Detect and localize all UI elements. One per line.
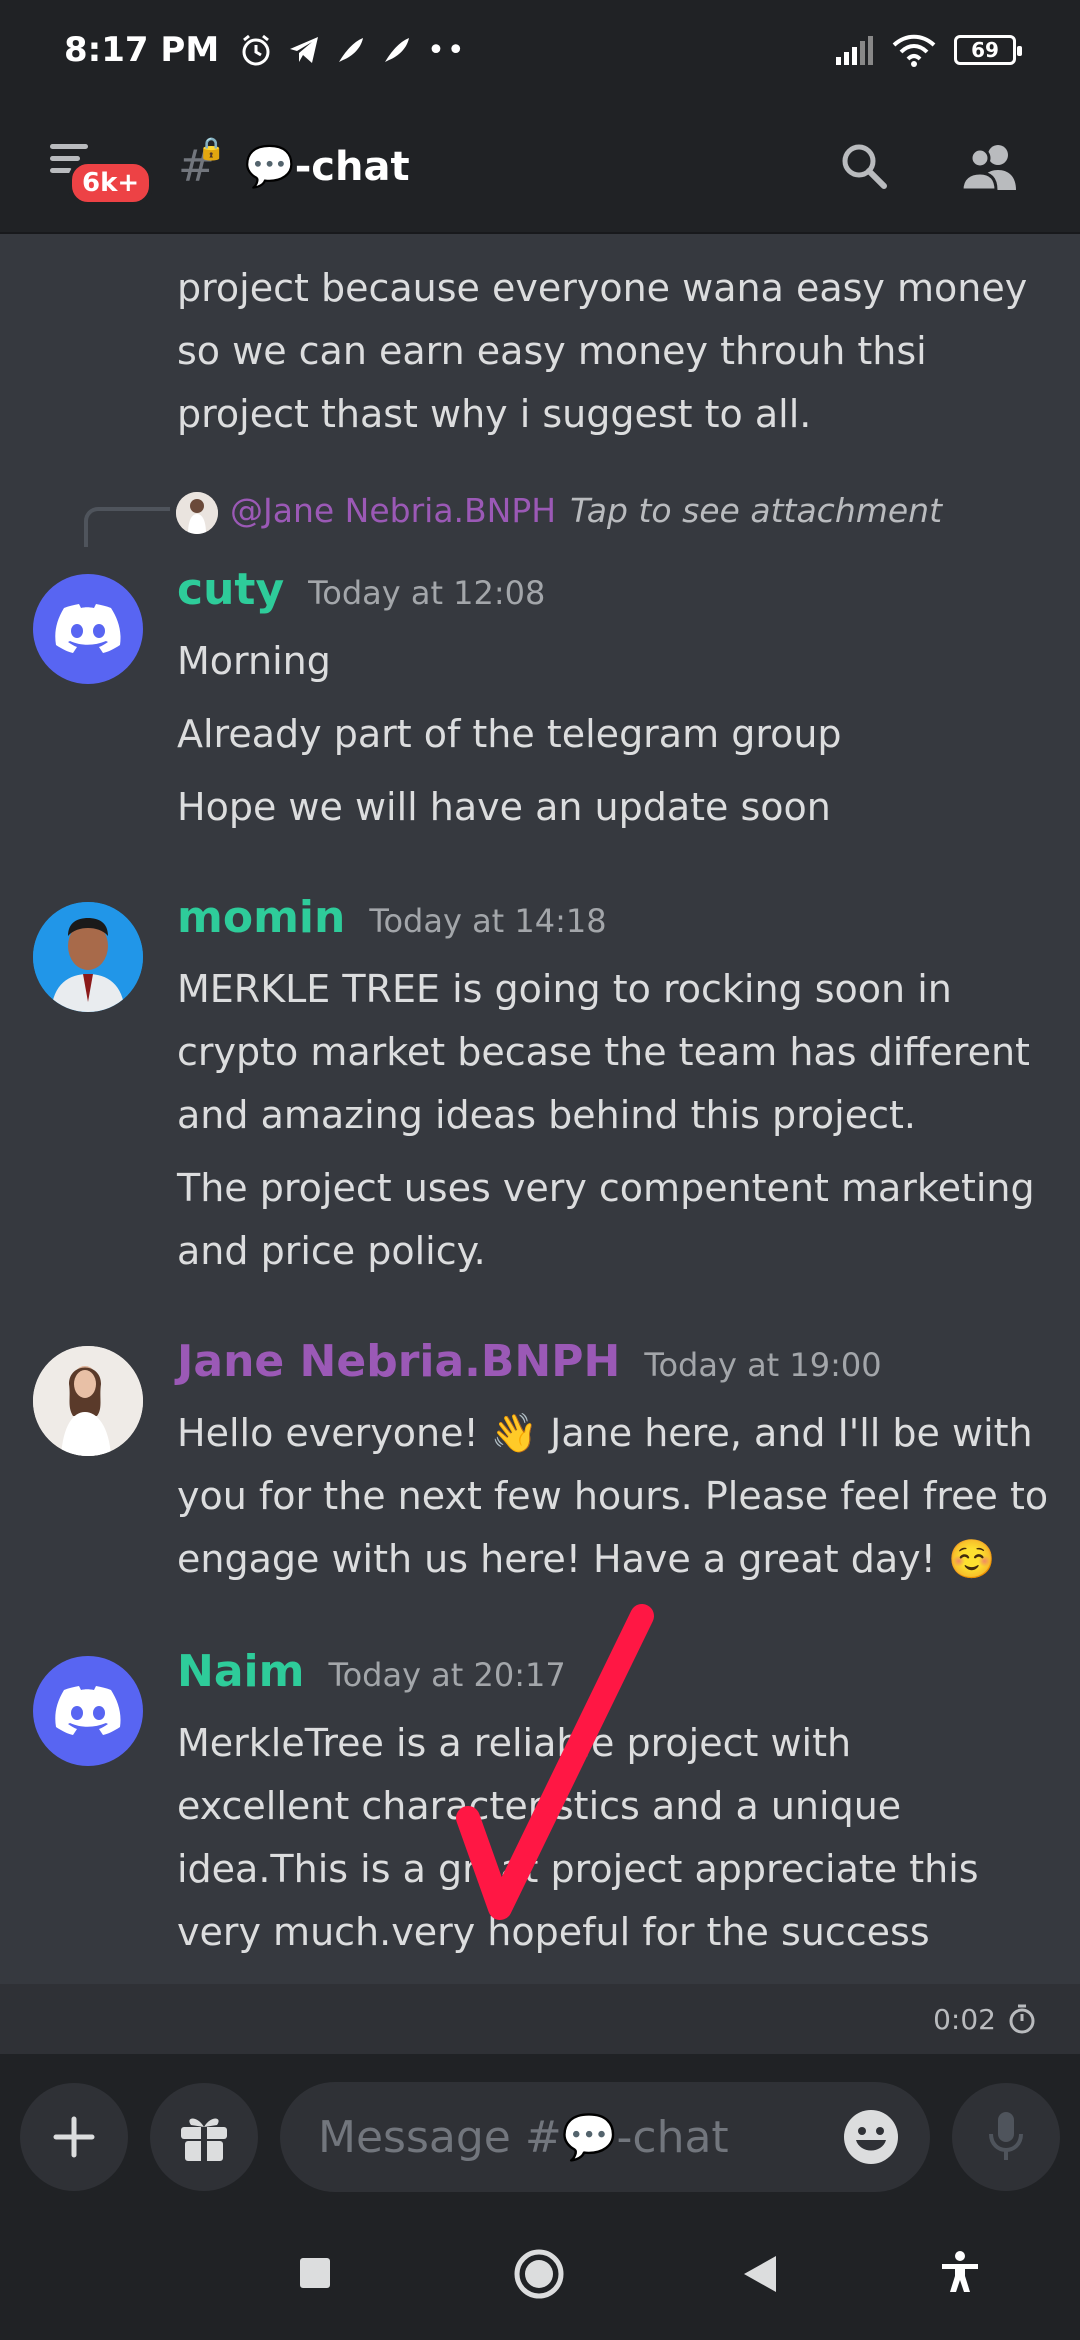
username[interactable]: cuty [177, 564, 284, 615]
hash-lock-icon: # 🔒 [178, 136, 225, 192]
unread-badge: 6k+ [68, 160, 154, 206]
status-bar: 8:17 PM •• 69 [0, 0, 1080, 100]
message-content: Hello everyone! 👋 Jane here, and I'll be… [177, 1402, 1057, 1591]
battery-level: 69 [971, 38, 999, 62]
discord-logo-icon [55, 604, 121, 653]
search-icon[interactable] [838, 140, 890, 192]
message-line: Already part of the telegram group [177, 712, 842, 756]
message-line: you for the next few hours. Please feel … [177, 1474, 1049, 1518]
members-icon[interactable] [960, 140, 1020, 192]
user-photo [33, 1346, 143, 1456]
plus-icon [53, 2116, 95, 2158]
slowmode-timer: 0:02 [0, 1984, 1080, 2054]
feather-icon [385, 38, 410, 62]
message-line: Hope we will have an update soon [177, 785, 831, 829]
placeholder-emoji: 💬 [561, 2112, 617, 2163]
menu-icon [50, 144, 88, 149]
accessibility-icon[interactable] [940, 2250, 980, 2294]
discord-logo-icon [55, 1686, 121, 1735]
message-line: and price policy. [177, 1229, 486, 1273]
gift-button[interactable] [150, 2083, 258, 2191]
message-line: so we can earn easy money throuh thsi [177, 329, 927, 373]
avatar[interactable] [33, 902, 143, 1012]
channel-header: 6k+ # 🔒 💬-chat [0, 100, 1080, 234]
reply-username: @Jane Nebria.BNPH [230, 491, 557, 530]
message-line: The project uses very compentent marketi… [177, 1166, 1035, 1210]
gift-icon [181, 2118, 227, 2161]
alarm-icon [242, 34, 270, 66]
reply-avatar [176, 492, 218, 534]
avatar[interactable] [33, 1656, 143, 1766]
user-photo [33, 902, 143, 1012]
add-attachment-button[interactable] [20, 2083, 128, 2191]
message-line: idea.This is a great project appreciate … [177, 1847, 979, 1891]
menu-icon-bar [50, 156, 80, 161]
message-line: project because everyone wana easy money [177, 266, 1028, 310]
channel-name: -chat [294, 143, 410, 190]
avatar[interactable] [33, 574, 143, 684]
message-composer: Message #💬-chat [0, 2054, 1080, 2220]
battery-icon: 69 [954, 35, 1022, 65]
message-line: MerkleTree is a reliable project with [177, 1721, 852, 1765]
username[interactable]: Jane Nebria.BNPH [177, 1336, 620, 1387]
reply-connector [84, 507, 170, 547]
username[interactable]: momin [177, 892, 345, 943]
message-content: Morning Already part of the telegram gro… [177, 630, 1057, 839]
stopwatch-icon [1009, 2004, 1035, 2034]
emoji-picker-icon[interactable] [842, 2108, 900, 2166]
message-list[interactable]: project because everyone wana easy money… [0, 234, 1080, 1984]
message-line: excellent characteristics and a unique [177, 1784, 902, 1828]
cut-off-line [177, 234, 1057, 257]
username[interactable]: Naim [177, 1646, 304, 1697]
channel-title[interactable]: 💬-chat [245, 143, 410, 190]
message-line: project thast why i suggest to all. [177, 392, 812, 436]
microphone-icon [989, 2112, 1023, 2160]
menu-button[interactable]: 6k+ [40, 136, 154, 206]
message-line: crypto market becase the team has differ… [177, 1030, 1030, 1074]
timestamp: Today at 19:00 [644, 1346, 882, 1384]
message-line: very much.very hopeful for the success [177, 1910, 930, 1954]
more-dots-icon: •• [427, 32, 467, 68]
timestamp: Today at 20:17 [328, 1656, 566, 1694]
signal-icon [836, 36, 873, 65]
timestamp: Today at 12:08 [308, 574, 546, 612]
reply-hint: Tap to see attachment [570, 491, 943, 530]
timestamp: Today at 14:18 [369, 902, 607, 940]
placeholder-channel: -chat [616, 2112, 729, 2163]
placeholder-prefix: Message # [318, 2112, 562, 2163]
recents-button-icon[interactable] [298, 2256, 332, 2290]
message-line: engage with us here! Have a great day! ☺… [177, 1537, 996, 1581]
message-content: MERKLE TREE is going to rocking soon in … [177, 958, 1057, 1283]
message-content: MerkleTree is a reliable project with ex… [177, 1712, 1057, 1964]
back-button-icon[interactable] [742, 2254, 778, 2294]
status-time: 8:17 PM [64, 30, 220, 70]
lock-icon: 🔒 [197, 136, 225, 162]
message-line: MERKLE TREE is going to rocking soon in [177, 967, 952, 1011]
reply-reference[interactable]: @Jane Nebria.BNPH Tap to see attachment [230, 491, 942, 530]
avatar[interactable] [33, 1346, 143, 1456]
message-input[interactable]: Message #💬-chat [280, 2082, 930, 2192]
wifi-icon [892, 34, 936, 67]
voice-message-button[interactable] [952, 2083, 1060, 2191]
telegram-icon [290, 37, 319, 63]
home-button-icon[interactable] [513, 2248, 565, 2300]
message-continuation: project because everyone wana easy money… [177, 234, 1057, 446]
timer-value: 0:02 [933, 2002, 996, 2036]
status-notification-icons: •• [239, 33, 466, 68]
message-input-placeholder: Message #💬-chat [318, 2111, 842, 2163]
message-line: Hello everyone! 👋 Jane here, and I'll be… [177, 1411, 1033, 1455]
channel-emoji: 💬 [244, 143, 295, 190]
feather-icon [339, 38, 364, 62]
message-line: Morning [177, 639, 331, 683]
message-line: and amazing ideas behind this project. [177, 1093, 916, 1137]
